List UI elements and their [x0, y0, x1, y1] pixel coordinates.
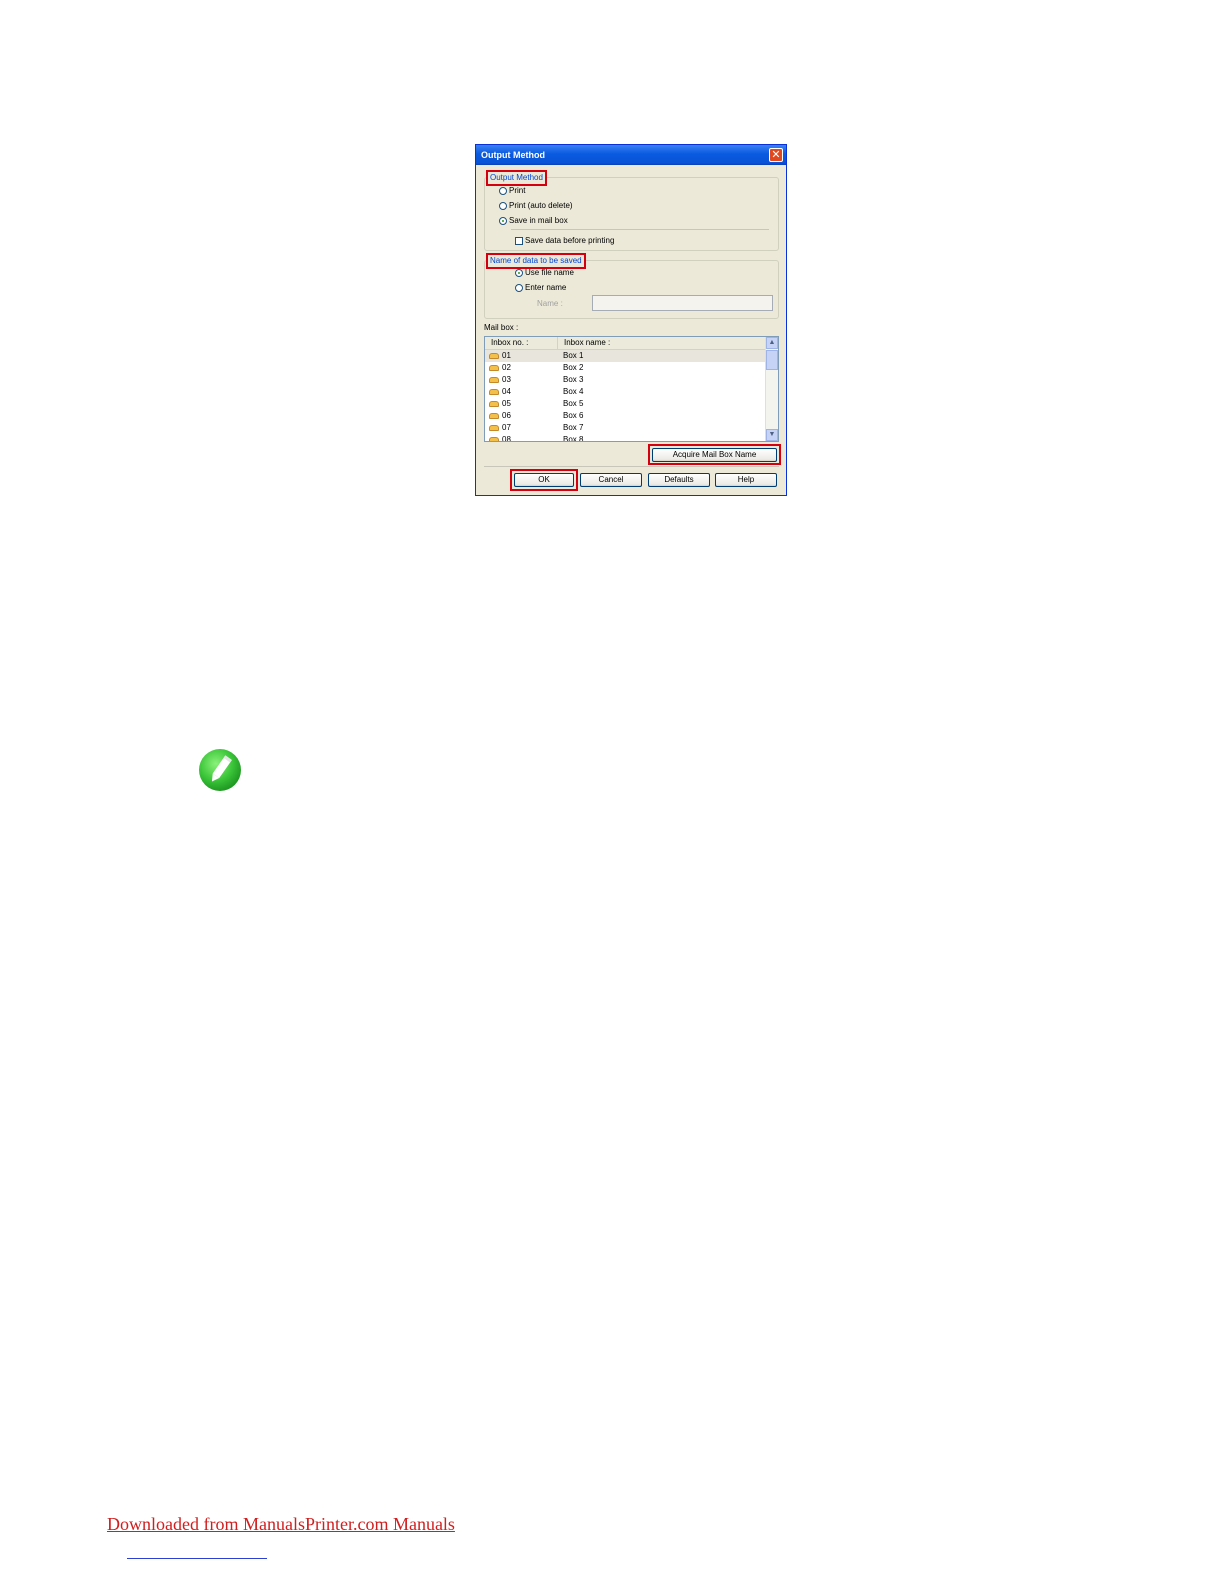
mailbox-icon — [489, 401, 499, 407]
ok-button[interactable]: OK — [514, 473, 574, 487]
checkbox-save-before-printing[interactable]: Save data before printing — [515, 235, 614, 247]
mailbox-icon — [489, 353, 499, 359]
radio-save-in-mail-box[interactable]: Save in mail box — [499, 215, 568, 227]
inbox-name: Box 8 — [563, 435, 584, 442]
list-item[interactable]: 02 Box 2 — [485, 362, 765, 374]
radio-circle-icon — [515, 283, 523, 292]
scroll-down-icon[interactable]: ▼ — [766, 429, 778, 441]
name-label: Name : — [537, 299, 563, 308]
inbox-no: 02 — [502, 363, 511, 372]
inbox-name: Box 1 — [563, 351, 584, 360]
scroll-up-icon[interactable]: ▲ — [766, 337, 778, 349]
radio-enter-name[interactable]: Enter name — [515, 282, 566, 294]
help-button[interactable]: Help — [715, 473, 777, 487]
mailbox-icon — [489, 413, 499, 419]
inbox-name: Box 2 — [563, 363, 584, 372]
inbox-no: 03 — [502, 375, 511, 384]
list-item[interactable]: 07 Box 7 — [485, 422, 765, 434]
divider — [511, 229, 769, 230]
mailbox-icon — [489, 425, 499, 431]
list-item[interactable]: 06 Box 6 — [485, 410, 765, 422]
output-method-dialog: Output Method ✕ Output Method Print Prin… — [475, 144, 787, 496]
name-field[interactable] — [592, 295, 773, 311]
list-item[interactable]: 03 Box 3 — [485, 374, 765, 386]
column-inbox-name[interactable]: Inbox name : — [558, 337, 766, 349]
inbox-no: 04 — [502, 387, 511, 396]
list-item[interactable]: 08 Box 8 — [485, 434, 765, 442]
mailbox-icon — [489, 437, 499, 441]
acquire-mail-box-name-button[interactable]: Acquire Mail Box Name — [652, 448, 777, 462]
checkbox-icon — [515, 236, 523, 245]
mailbox-label: Mail box : — [484, 323, 519, 332]
column-inbox-no[interactable]: Inbox no. : — [485, 337, 558, 349]
dialog-titlebar: Output Method — [476, 145, 786, 165]
radio-print-auto-delete-label: Print (auto delete) — [509, 201, 573, 210]
radio-use-file-name-label: Use file name — [525, 268, 574, 277]
inbox-no: 08 — [502, 435, 511, 442]
radio-circle-icon — [499, 201, 507, 210]
inbox-no: 05 — [502, 399, 511, 408]
divider — [484, 466, 779, 467]
inbox-no: 06 — [502, 411, 511, 420]
defaults-button[interactable]: Defaults — [648, 473, 710, 487]
mailbox-list-header: Inbox no. : Inbox name : — [485, 337, 765, 350]
mailbox-list[interactable]: Inbox no. : Inbox name : 01 Box 1 02 Box… — [484, 336, 779, 442]
radio-print[interactable]: Print — [499, 185, 525, 197]
manual-page: Output Method ✕ Output Method Print Prin… — [0, 0, 1224, 1584]
inbox-name: Box 3 — [563, 375, 584, 384]
pencil-note-icon — [199, 749, 241, 791]
radio-circle-icon — [499, 186, 507, 195]
radio-save-in-mail-box-label: Save in mail box — [509, 216, 568, 225]
radio-enter-name-label: Enter name — [525, 283, 567, 292]
inbox-name: Box 7 — [563, 423, 584, 432]
inbox-no: 01 — [502, 351, 511, 360]
cancel-button[interactable]: Cancel — [580, 473, 642, 487]
radio-print-label: Print — [509, 186, 526, 195]
inbox-name: Box 6 — [563, 411, 584, 420]
mailbox-scrollbar[interactable]: ▲ ▼ — [765, 337, 778, 441]
list-item[interactable]: 04 Box 4 — [485, 386, 765, 398]
checkbox-save-before-printing-label: Save data before printing — [525, 236, 615, 245]
footer-rule — [127, 1558, 267, 1559]
close-icon[interactable]: ✕ — [769, 148, 783, 162]
scroll-thumb[interactable] — [766, 350, 778, 370]
inbox-name: Box 4 — [563, 387, 584, 396]
inbox-no: 07 — [502, 423, 511, 432]
list-item[interactable]: 05 Box 5 — [485, 398, 765, 410]
dialog-title: Output Method — [481, 150, 545, 160]
radio-print-auto-delete[interactable]: Print (auto delete) — [499, 200, 573, 212]
output-method-legend: Output Method — [486, 170, 547, 186]
inbox-name: Box 5 — [563, 399, 584, 408]
mailbox-icon — [489, 365, 499, 371]
radio-checked-icon — [499, 216, 507, 225]
radio-use-file-name[interactable]: Use file name — [515, 267, 574, 279]
radio-checked-icon — [515, 268, 523, 277]
mailbox-icon — [489, 377, 499, 383]
footer-download-link[interactable]: Downloaded from ManualsPrinter.com Manua… — [107, 1514, 455, 1535]
list-item[interactable]: 01 Box 1 — [485, 350, 765, 362]
mailbox-icon — [489, 389, 499, 395]
